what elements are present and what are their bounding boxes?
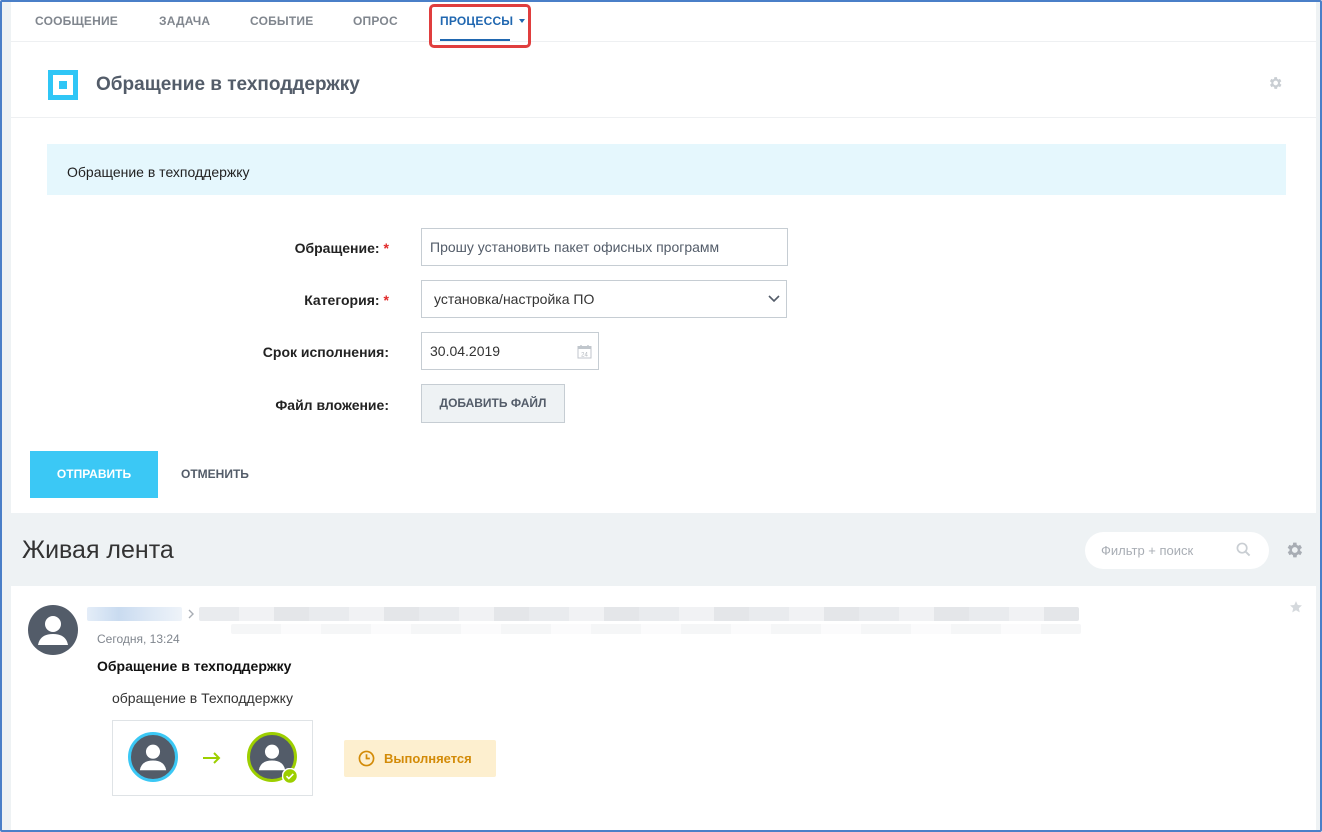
info-banner: Обращение в техподдержку xyxy=(47,144,1286,195)
calendar-day: 24 xyxy=(581,352,588,358)
request-input[interactable] xyxy=(421,228,788,266)
author-avatar[interactable] xyxy=(28,605,78,655)
attachment-label: Файл вложение: xyxy=(275,397,389,413)
workflow-box xyxy=(112,720,313,796)
post-title: Обращение в техподдержку xyxy=(97,658,292,674)
deadline-value: 30.04.2019 xyxy=(430,343,501,359)
tab-event[interactable]: СОБЫТИЕ xyxy=(250,14,313,28)
chevron-down-icon xyxy=(768,295,780,303)
required-mark: * xyxy=(383,292,389,308)
category-select[interactable]: установка/настройка ПО xyxy=(421,280,787,318)
new-post-card: СООБЩЕНИЕ ЗАДАЧА СОБЫТИЕ ОПРОС ПРОЦЕССЫ … xyxy=(11,2,1316,513)
submit-button[interactable]: ОТПРАВИТЬ xyxy=(30,451,158,498)
process-icon xyxy=(48,70,78,100)
form-header: Обращение в техподдержку xyxy=(11,42,1316,118)
user-silhouette-icon xyxy=(139,744,167,771)
arrow-right-icon xyxy=(203,752,221,764)
request-label-text: Обращение: xyxy=(294,240,380,256)
required-mark: * xyxy=(383,240,389,256)
post-timestamp[interactable]: Сегодня, 13:24 xyxy=(97,632,180,646)
feed-post: Сегодня, 13:24 Обращение в техподдержку … xyxy=(11,586,1316,830)
deadline-input[interactable]: 30.04.2019 24 xyxy=(421,332,599,370)
star-icon[interactable] xyxy=(1289,600,1303,614)
post-type-tabs: СООБЩЕНИЕ ЗАДАЧА СОБЫТИЕ ОПРОС ПРОЦЕССЫ xyxy=(11,2,1316,42)
chevron-right-icon xyxy=(188,609,194,619)
add-file-button[interactable]: ДОБАВИТЬ ФАЙЛ xyxy=(421,384,565,423)
user-silhouette-icon xyxy=(38,616,68,645)
check-badge-icon xyxy=(282,768,298,784)
author-name-blurred[interactable] xyxy=(87,607,182,621)
cancel-button[interactable]: ОТМЕНИТЬ xyxy=(181,467,249,481)
tab-task[interactable]: ЗАДАЧА xyxy=(159,14,210,28)
feed-search-input[interactable]: Фильтр + поиск xyxy=(1085,532,1269,569)
tab-poll[interactable]: ОПРОС xyxy=(353,14,398,28)
clock-icon xyxy=(358,750,375,767)
calendar-icon[interactable]: 24 xyxy=(577,344,592,359)
sender-avatar[interactable] xyxy=(128,732,178,782)
recipients-blurred-second-line xyxy=(231,624,1081,634)
request-label: Обращение: * xyxy=(29,240,389,256)
feed-settings-icon[interactable] xyxy=(1284,540,1304,560)
search-icon[interactable] xyxy=(1236,542,1251,557)
gear-icon[interactable] xyxy=(1267,75,1283,91)
category-label-text: Категория: xyxy=(304,292,380,308)
feed-search-placeholder: Фильтр + поиск xyxy=(1101,543,1194,558)
status-text: Выполняется xyxy=(384,751,472,766)
post-text: обращение в Техподдержку xyxy=(112,690,293,706)
recipients-blurred[interactable] xyxy=(199,607,1079,621)
tab-message[interactable]: СООБЩЕНИЕ xyxy=(35,14,118,28)
category-select-value: установка/настройка ПО xyxy=(434,291,595,307)
feed-title: Живая лента xyxy=(22,536,174,564)
category-label: Категория: * xyxy=(29,292,389,308)
status-badge: Выполняется xyxy=(344,740,496,777)
page-title: Обращение в техподдержку xyxy=(96,74,360,95)
window-frame: СООБЩЕНИЕ ЗАДАЧА СОБЫТИЕ ОПРОС ПРОЦЕССЫ … xyxy=(0,0,1322,832)
deadline-label: Срок исполнения: xyxy=(262,344,389,360)
